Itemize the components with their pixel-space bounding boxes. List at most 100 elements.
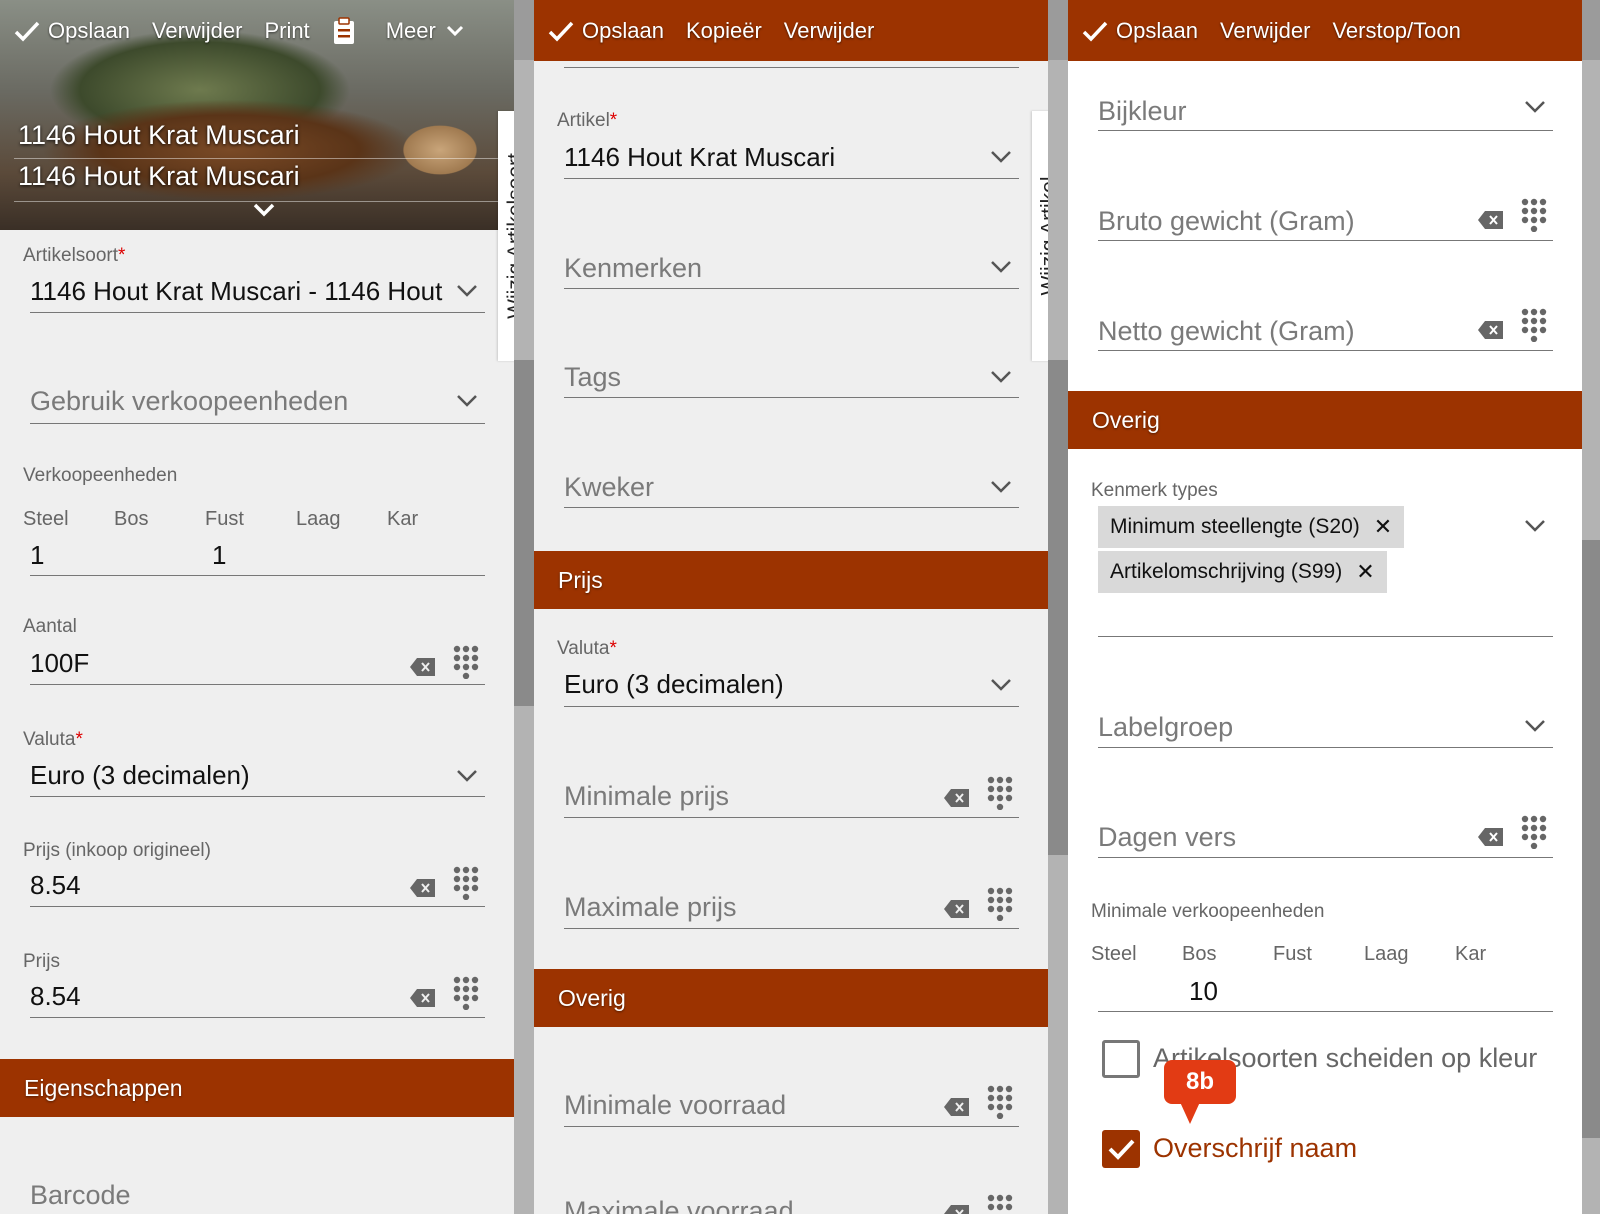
- scrollbar-thumb[interactable]: [1048, 360, 1068, 855]
- clear-icon[interactable]: [943, 788, 971, 808]
- save-button[interactable]: Opslaan: [14, 18, 130, 44]
- maximale-prijs-input[interactable]: Maximale prijs: [564, 892, 737, 923]
- dagen-vers-input[interactable]: Dagen vers: [1098, 822, 1236, 853]
- underline: [30, 906, 485, 907]
- clear-icon[interactable]: [1477, 827, 1505, 847]
- scrollbar[interactable]: [1582, 60, 1600, 1214]
- maximale-voorraad-input[interactable]: Maximale voorraad: [564, 1196, 794, 1214]
- clear-icon[interactable]: [409, 878, 437, 898]
- chip-minimum-steellengte: Minimum steellengte (S20) ✕: [1098, 506, 1405, 548]
- tab-wijzig-artikelsoort[interactable]: Wijzig Artikelsoort: [498, 111, 514, 361]
- unit-input-bos[interactable]: 10: [1189, 976, 1218, 1007]
- netto-gewicht-input[interactable]: Netto gewicht (Gram): [1098, 316, 1355, 347]
- chevron-down-icon[interactable]: [1524, 719, 1546, 733]
- minimale-prijs-input[interactable]: Minimale prijs: [564, 781, 729, 812]
- print-button[interactable]: Print: [264, 18, 309, 44]
- clear-icon[interactable]: [943, 899, 971, 919]
- min-verkoopeenheden-label: Minimale verkoopeenheden: [1091, 901, 1325, 922]
- chevron-down-icon: [446, 25, 463, 36]
- clear-icon[interactable]: [1477, 210, 1505, 230]
- minimale-voorraad-input[interactable]: Minimale voorraad: [564, 1090, 786, 1121]
- delete-button[interactable]: Verwijder: [152, 18, 242, 44]
- chevron-down-icon[interactable]: [990, 678, 1012, 692]
- numpad-icon[interactable]: [453, 645, 479, 679]
- numpad-icon[interactable]: [987, 776, 1013, 810]
- save-button[interactable]: Opslaan: [548, 18, 664, 44]
- barcode-input[interactable]: Barcode: [30, 1180, 131, 1211]
- chevron-down-icon[interactable]: [990, 260, 1012, 274]
- scrollbar-thumb[interactable]: [514, 360, 534, 706]
- valuta-select[interactable]: Euro (3 decimalen): [30, 760, 250, 791]
- underline: [1098, 1011, 1553, 1012]
- chevron-down-icon[interactable]: [456, 769, 478, 783]
- chevron-down-icon[interactable]: [990, 480, 1012, 494]
- clipboard-button[interactable]: [332, 16, 364, 45]
- aantal-input[interactable]: 100F: [30, 648, 89, 679]
- clear-icon[interactable]: [943, 1097, 971, 1117]
- numpad-icon[interactable]: [987, 1085, 1013, 1119]
- scheiden-checkbox[interactable]: [1102, 1040, 1140, 1078]
- clear-icon[interactable]: [409, 657, 437, 677]
- clear-icon[interactable]: [409, 988, 437, 1008]
- labelgroep-select[interactable]: Labelgroep: [1098, 712, 1233, 743]
- gebruik-verkoopeenheden-select[interactable]: Gebruik verkoopeenheden: [30, 386, 348, 417]
- chevron-down-icon[interactable]: [1524, 519, 1546, 533]
- chevron-down-icon[interactable]: [456, 394, 478, 408]
- more-button[interactable]: Meer: [386, 18, 464, 44]
- unit-input-steel[interactable]: 1: [30, 540, 44, 571]
- delete-button[interactable]: Verwijder: [784, 18, 874, 44]
- delete-button[interactable]: Verwijder: [1220, 18, 1310, 44]
- underline: [1098, 747, 1553, 748]
- panel-artikelsoort: 1146 Hout Krat Muscari 1146 Hout Krat Mu…: [0, 0, 514, 1214]
- numpad-icon[interactable]: [453, 976, 479, 1010]
- clear-icon[interactable]: [1477, 320, 1505, 340]
- valuta-select[interactable]: Euro (3 decimalen): [564, 669, 784, 700]
- underline: [1098, 240, 1553, 241]
- kenmerken-select[interactable]: Kenmerken: [564, 253, 702, 284]
- chip-remove-icon[interactable]: ✕: [1356, 559, 1374, 585]
- overschrijf-checkbox[interactable]: [1102, 1130, 1140, 1168]
- chevron-down-icon[interactable]: [1524, 100, 1546, 114]
- scrollbar[interactable]: [514, 60, 534, 1214]
- numpad-icon[interactable]: [1521, 308, 1547, 342]
- underline: [1098, 636, 1553, 637]
- underline: [564, 178, 1019, 179]
- chip-remove-icon[interactable]: ✕: [1374, 514, 1392, 540]
- numpad-icon[interactable]: [453, 866, 479, 900]
- chevron-down-icon[interactable]: [456, 284, 478, 298]
- prijs-input[interactable]: 8.54: [30, 981, 81, 1012]
- underline: [564, 928, 1019, 929]
- artikel-select[interactable]: 1146 Hout Krat Muscari: [564, 142, 835, 173]
- prijs-inkoop-input[interactable]: 8.54: [30, 870, 81, 901]
- verkoopeenheden-label: Verkoopeenheden: [23, 465, 178, 486]
- unit-header-fust: Fust: [205, 508, 244, 530]
- underline: [564, 1126, 1019, 1127]
- underline: [1098, 130, 1553, 131]
- tab-wijzig-artikel[interactable]: Wijzig Artikel: [1032, 111, 1048, 361]
- hide-show-button[interactable]: Verstop/Toon: [1332, 18, 1460, 44]
- artikelsoort-select[interactable]: 1146 Hout Krat Muscari - 1146 Hout Krat …: [30, 276, 445, 307]
- kweker-select[interactable]: Kweker: [564, 472, 654, 503]
- save-button[interactable]: Opslaan: [1082, 18, 1198, 44]
- aantal-label: Aantal: [23, 616, 77, 637]
- unit-input-fust[interactable]: 1: [212, 540, 226, 571]
- scrollbar[interactable]: [1048, 60, 1068, 1214]
- numpad-icon[interactable]: [987, 1194, 1013, 1214]
- section-prijs: Prijs: [534, 551, 1048, 609]
- underline: [1098, 857, 1553, 858]
- numpad-icon[interactable]: [1521, 815, 1547, 849]
- section-overig: Overig: [1068, 391, 1582, 449]
- chevron-down-icon[interactable]: [990, 150, 1012, 164]
- bijkleur-select[interactable]: Bijkleur: [1098, 96, 1187, 127]
- chevron-down-icon[interactable]: [252, 202, 276, 218]
- copy-button[interactable]: Kopieër: [686, 18, 762, 44]
- tags-select[interactable]: Tags: [564, 362, 621, 393]
- numpad-icon[interactable]: [1521, 198, 1547, 232]
- numpad-icon[interactable]: [987, 887, 1013, 921]
- clear-icon[interactable]: [943, 1204, 971, 1214]
- hero-title: 1146 Hout Krat Muscari: [18, 120, 300, 150]
- unit-header-laag: Laag: [1364, 943, 1409, 965]
- scrollbar-thumb[interactable]: [1582, 540, 1600, 1138]
- bruto-gewicht-input[interactable]: Bruto gewicht (Gram): [1098, 206, 1355, 237]
- chevron-down-icon[interactable]: [990, 370, 1012, 384]
